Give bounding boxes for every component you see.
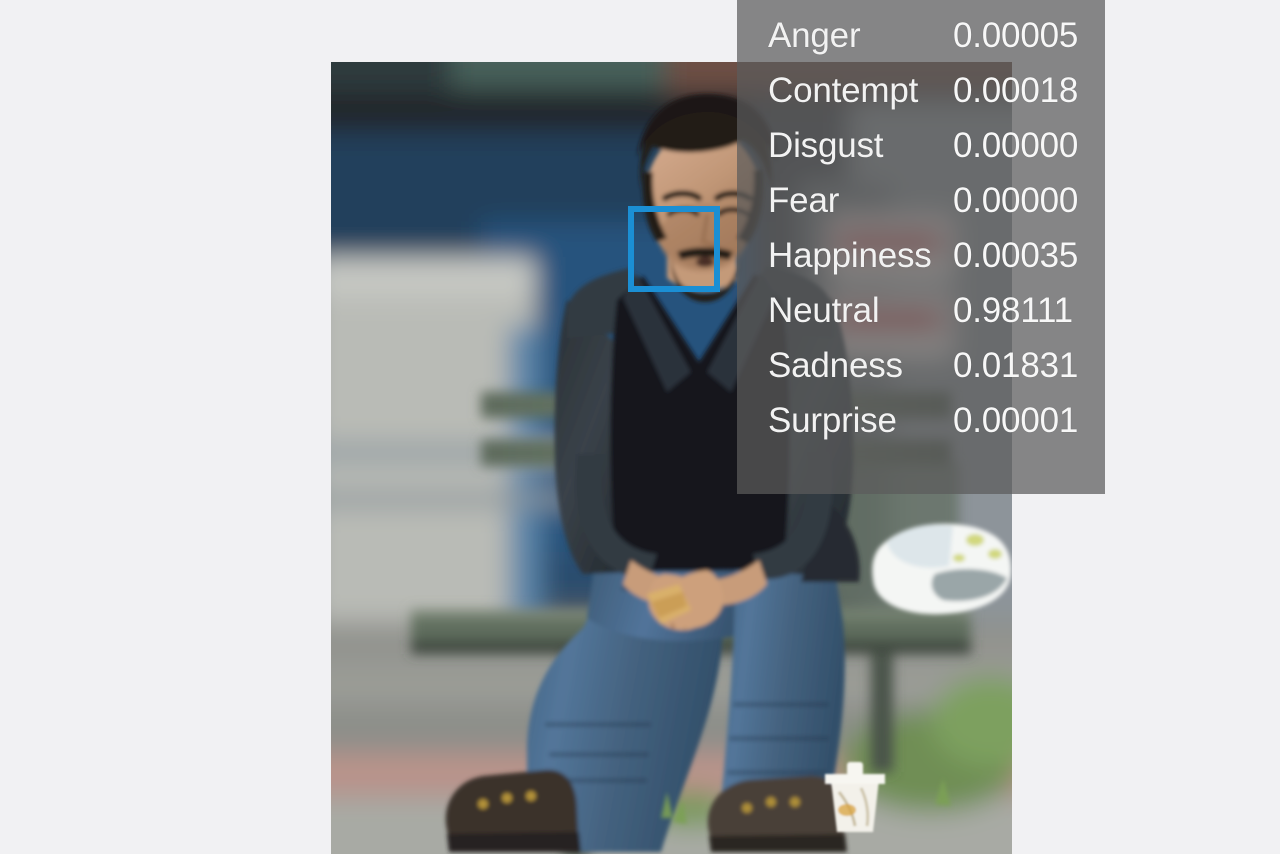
emotion-value: 0.00000 [953,126,1079,165]
emotion-row-contempt: Contempt 0.00018 [737,71,1105,126]
emotion-row-surprise: Surprise 0.00001 [737,401,1105,456]
face-detection-box [628,206,720,292]
emotion-value: 0.00035 [953,236,1079,275]
emotion-scores-panel: Anger 0.00005 Contempt 0.00018 Disgust 0… [737,0,1105,494]
emotion-row-sadness: Sadness 0.01831 [737,346,1105,401]
screenshot-root: Anger 0.00005 Contempt 0.00018 Disgust 0… [0,0,1280,854]
emotion-label: Fear [768,181,840,220]
emotion-value: 0.01831 [953,346,1079,385]
emotion-label: Anger [768,16,861,55]
emotion-value: 0.00001 [953,401,1079,440]
emotion-label: Neutral [768,291,880,330]
emotion-value: 0.00005 [953,16,1079,55]
emotion-row-fear: Fear 0.00000 [737,181,1105,236]
emotion-label: Happiness [768,236,932,275]
emotion-row-happiness: Happiness 0.00035 [737,236,1105,291]
emotion-label: Surprise [768,401,897,440]
emotion-row-anger: Anger 0.00005 [737,16,1105,71]
emotion-label: Sadness [768,346,903,385]
emotion-value: 0.98111 [953,291,1073,330]
emotion-label: Contempt [768,71,919,110]
emotion-row-neutral: Neutral 0.98111 [737,291,1105,346]
emotion-value: 0.00000 [953,181,1079,220]
emotion-row-disgust: Disgust 0.00000 [737,126,1105,181]
emotion-value: 0.00018 [953,71,1079,110]
emotion-label: Disgust [768,126,884,165]
